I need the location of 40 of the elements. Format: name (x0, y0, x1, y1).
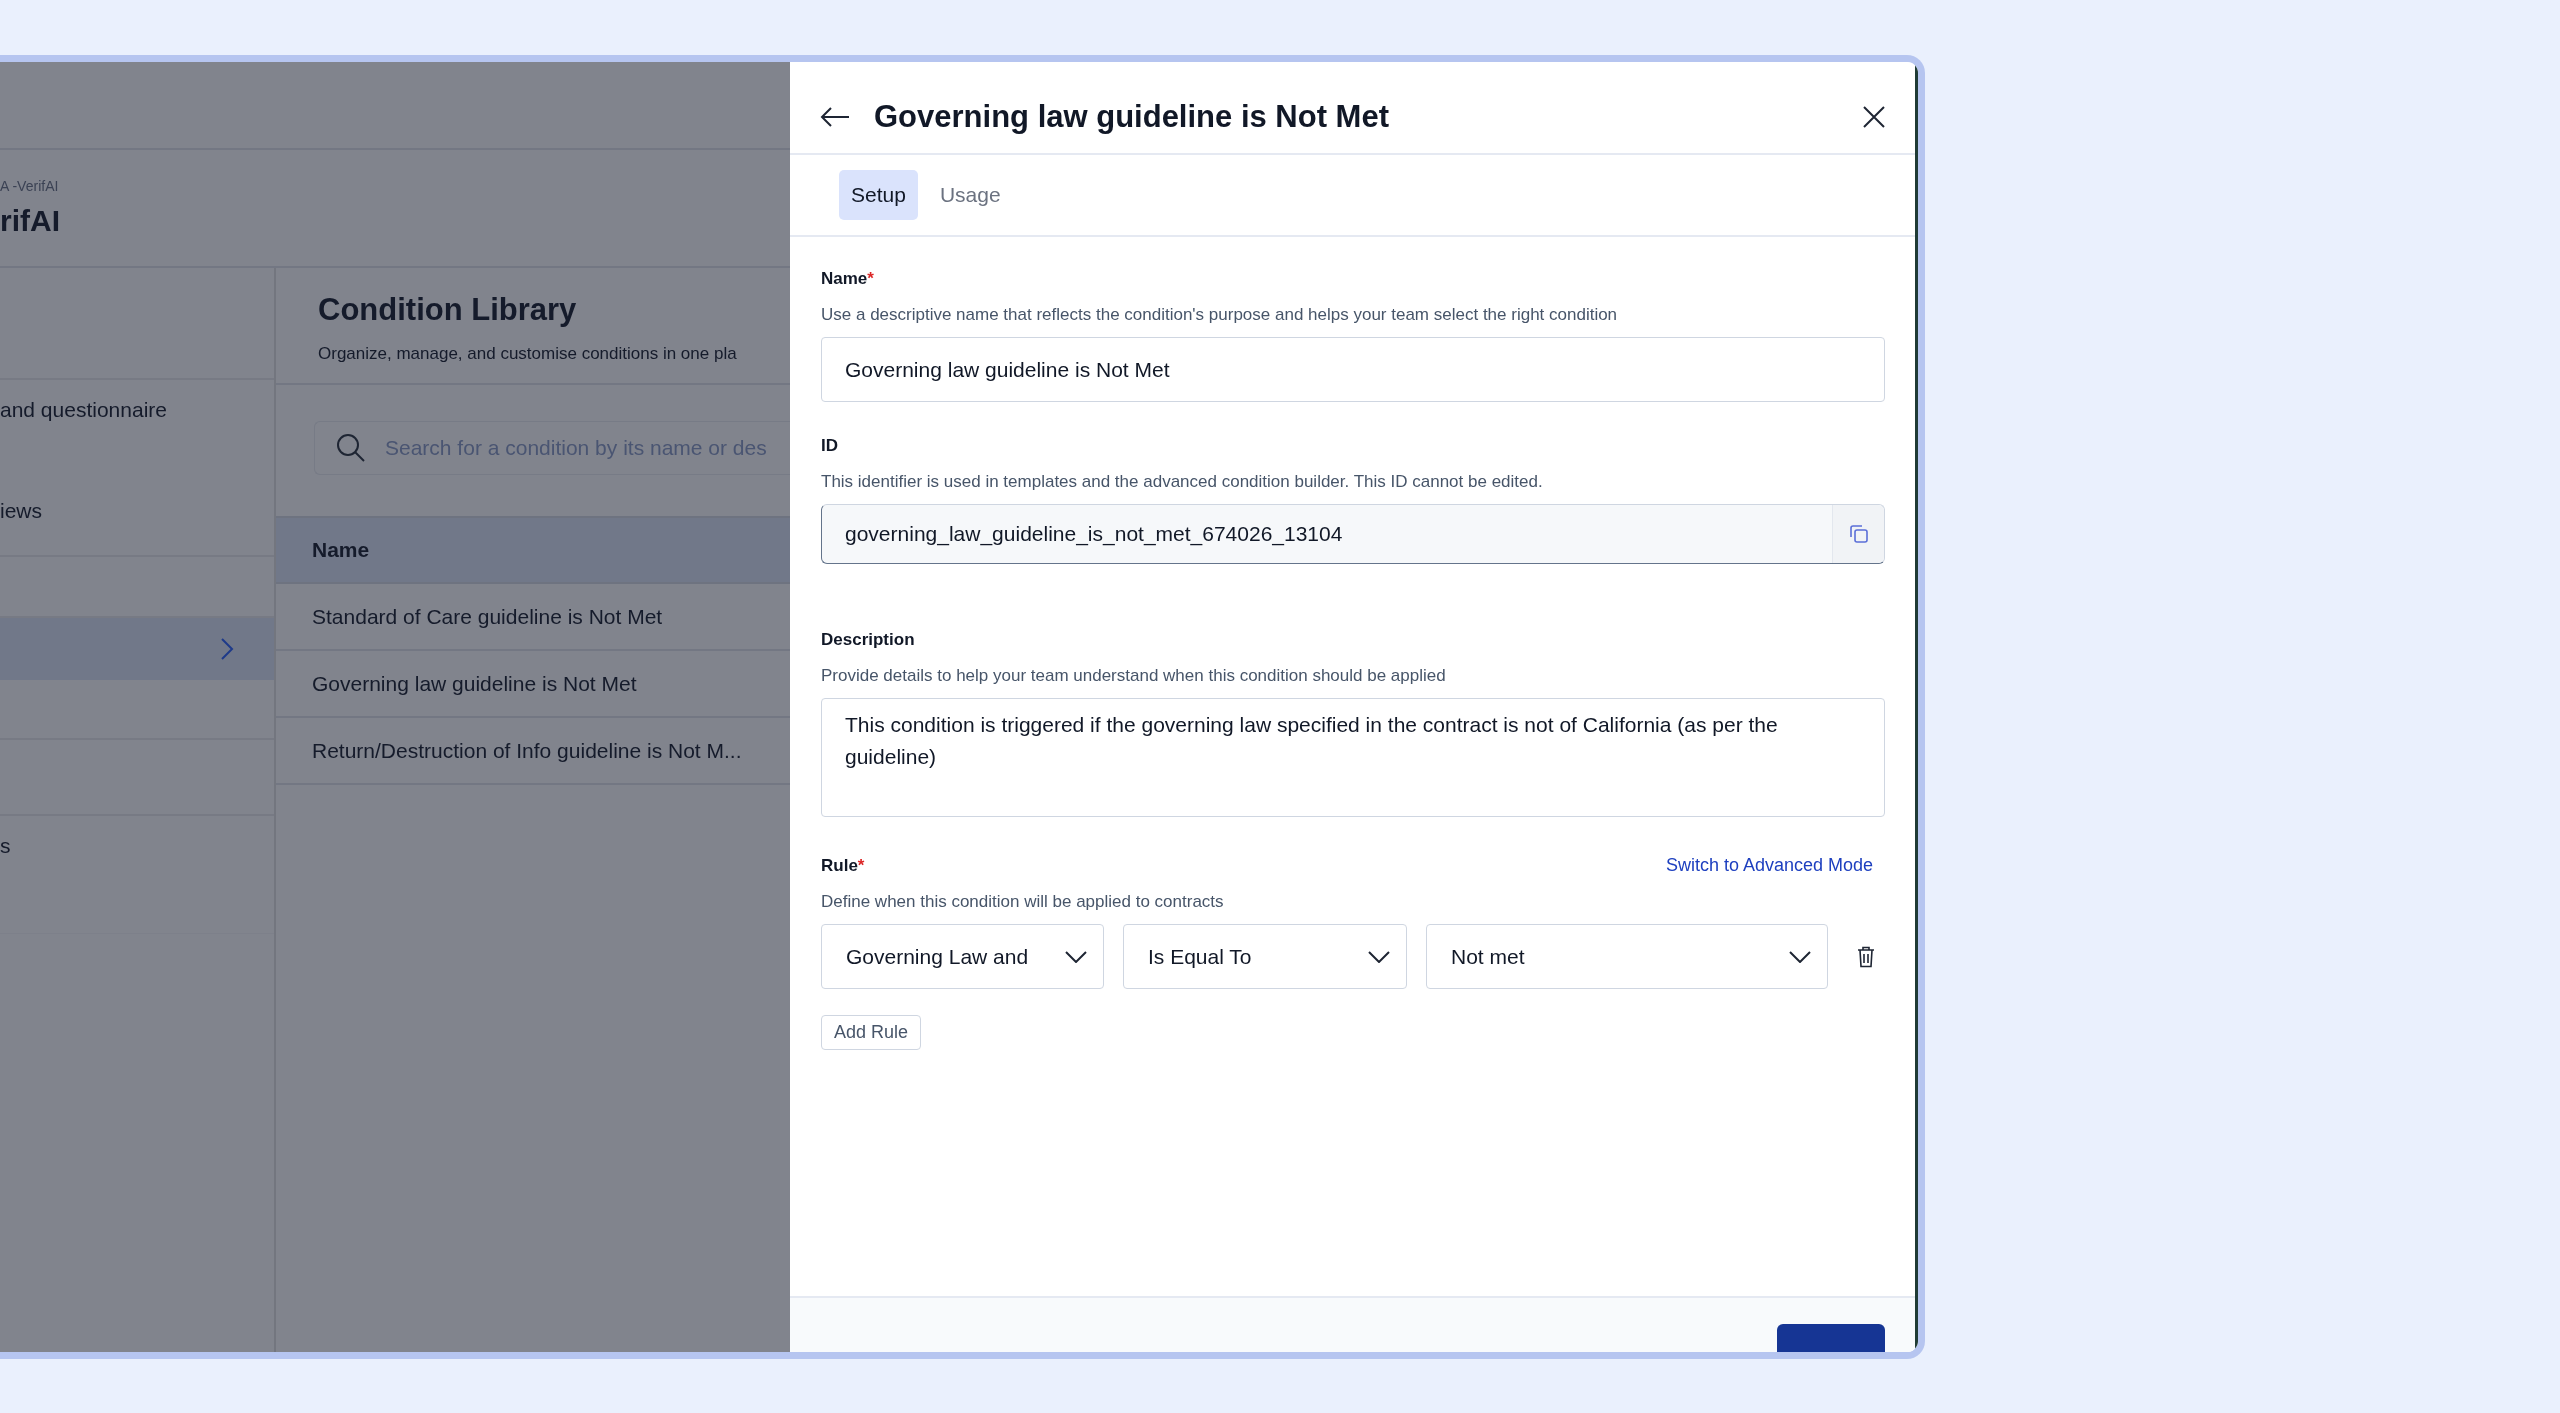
dropdown[interactable]: Governing Law and (821, 924, 1104, 989)
description-textarea[interactable]: This condition is triggered if the governing law specified in the contract is not of California (as per the guideline) (821, 698, 1885, 817)
name-input[interactable]: Governing law guideline is Not Met (821, 337, 1885, 402)
sidebar-item[interactable]: and questionnaire (0, 380, 274, 467)
table-cell: Governing law guideline is Not Met (312, 671, 637, 696)
tab[interactable]: Usage (927, 170, 1013, 220)
panel-title: Governing law guideline is Not Met (874, 98, 1390, 135)
field-help-text: This identifier is used in templates and the advanced condition builder. This ID cannot be edited. (821, 472, 1544, 492)
page-title: Condition Library (318, 292, 578, 328)
sidebar-item[interactable]: iews (0, 467, 274, 554)
page-subtitle: Organize, manage, and customise conditions in one pla (318, 344, 738, 364)
sidebar-item[interactable]: s (0, 816, 274, 934)
close-icon[interactable] (1863, 105, 1885, 128)
chevron-down-icon (1789, 950, 1811, 963)
chevron-right-icon (220, 637, 234, 661)
dropdown[interactable]: Is Equal To (1123, 924, 1407, 989)
advanced-mode-link[interactable]: Switch to Advanced Mode (1665, 855, 1873, 876)
app-title: rifAI (0, 204, 60, 238)
column-header: Name (312, 538, 370, 562)
search-icon (336, 433, 366, 463)
tab[interactable]: Setup (839, 170, 918, 220)
chevron-down-icon (1065, 950, 1087, 963)
back-arrow-icon[interactable] (820, 105, 850, 128)
copy-button[interactable] (1832, 505, 1884, 563)
field-help-text: Use a descriptive name that reflects the condition's purpose and helps your team select the right condition (821, 305, 1619, 325)
field-help-text: Define when this condition will be applied to contracts (821, 892, 1225, 912)
dropdown[interactable]: Not met (1426, 924, 1828, 989)
field-label: ID (821, 436, 839, 456)
breadcrumb: A -VerifAI (0, 178, 59, 194)
table-cell: Return/Destruction of Info guideline is Not M... (312, 738, 742, 763)
add-rule-button[interactable]: Add Rule (821, 1015, 922, 1050)
table-cell: Standard of Care guideline is Not Met (312, 604, 663, 629)
trash-icon[interactable] (1857, 945, 1875, 968)
id-field[interactable]: governing_law_guideline_is_not_met_674026_13104 (821, 504, 1885, 564)
field-label: Description (821, 630, 916, 650)
field-label: Name* (821, 269, 875, 289)
chevron-down-icon (1368, 950, 1390, 963)
field-label: Rule* (821, 856, 865, 876)
field-help-text: Provide details to help your team understand when this condition should be applied (821, 666, 1447, 686)
copy-icon (1849, 525, 1868, 543)
